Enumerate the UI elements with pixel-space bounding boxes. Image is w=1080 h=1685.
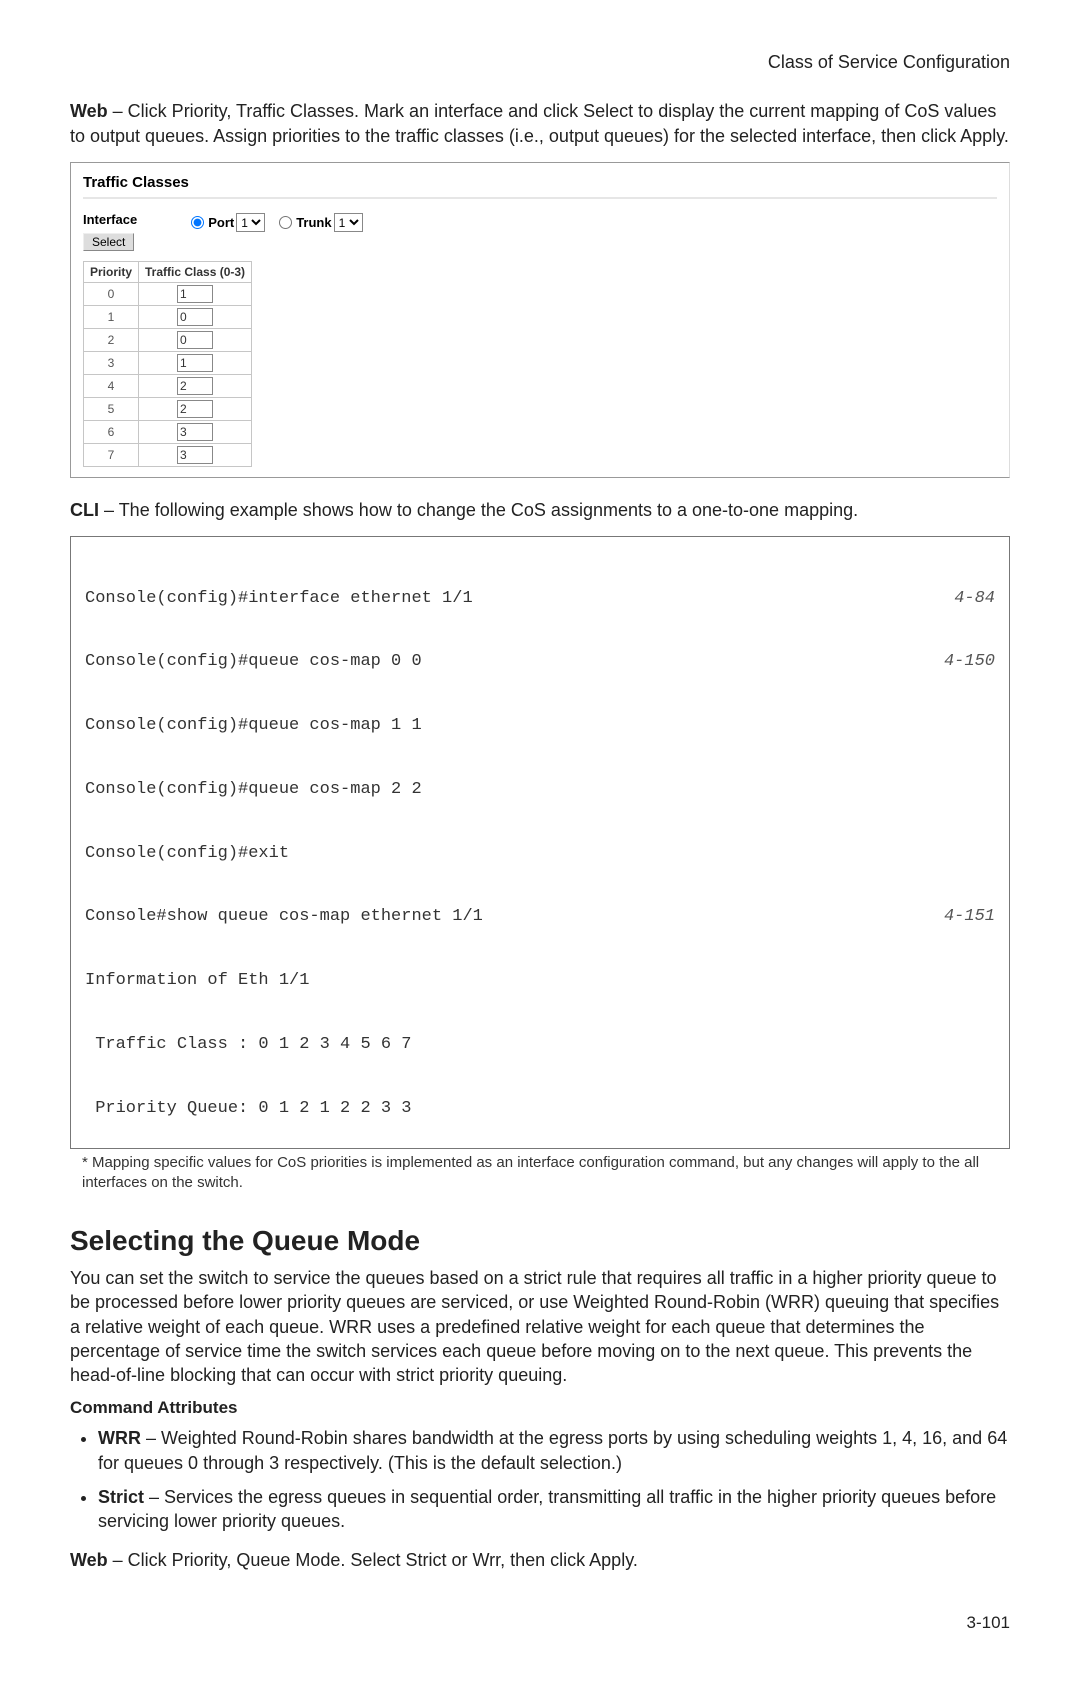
trunk-label: Trunk bbox=[296, 214, 331, 232]
class-input[interactable] bbox=[177, 285, 213, 303]
page-number: 3-101 bbox=[70, 1612, 1010, 1635]
cli-text: Console(config)#queue cos-map 1 1 bbox=[85, 715, 422, 736]
priority-header: Priority bbox=[84, 261, 139, 282]
port-radio[interactable] bbox=[191, 216, 204, 229]
cli-ref: 4-150 bbox=[944, 651, 995, 672]
traffic-classes-panel: Traffic Classes Interface Select Port 1 … bbox=[70, 162, 1010, 478]
section-heading: Selecting the Queue Mode bbox=[70, 1222, 1010, 1260]
cli-ref: 4-84 bbox=[954, 588, 995, 609]
traffic-class-table: Priority Traffic Class (0-3) 0 1 2 3 4 5… bbox=[83, 261, 252, 467]
cli-text: – The following example shows how to cha… bbox=[99, 500, 858, 520]
web-label: Web bbox=[70, 101, 108, 121]
class-input[interactable] bbox=[177, 446, 213, 464]
cli-text: Console#show queue cos-map ethernet 1/1 bbox=[85, 906, 483, 927]
class-input[interactable] bbox=[177, 331, 213, 349]
class-header: Traffic Class (0-3) bbox=[139, 261, 252, 282]
trunk-radio[interactable] bbox=[279, 216, 292, 229]
table-header-row: Priority Traffic Class (0-3) bbox=[84, 261, 252, 282]
list-item: WRR – Weighted Round-Robin shares bandwi… bbox=[98, 1426, 1010, 1475]
attr-label: Strict bbox=[98, 1487, 144, 1507]
table-row: 4 bbox=[84, 374, 252, 397]
divider bbox=[83, 197, 997, 199]
table-row: 1 bbox=[84, 305, 252, 328]
section-body: You can set the switch to service the qu… bbox=[70, 1266, 1010, 1387]
class-input[interactable] bbox=[177, 423, 213, 441]
table-row: 7 bbox=[84, 443, 252, 466]
priority-cell: 2 bbox=[84, 328, 139, 351]
attr-text: – Services the egress queues in sequenti… bbox=[98, 1487, 996, 1531]
intro-web-paragraph: Web – Click Priority, Traffic Classes. M… bbox=[70, 99, 1010, 148]
priority-cell: 1 bbox=[84, 305, 139, 328]
cli-ref: 4-151 bbox=[944, 906, 995, 927]
web-text: – Click Priority, Traffic Classes. Mark … bbox=[70, 101, 1009, 145]
intro-cli-paragraph: CLI – The following example shows how to… bbox=[70, 498, 1010, 522]
web2-label: Web bbox=[70, 1550, 108, 1570]
cli-text: Console(config)#queue cos-map 2 2 bbox=[85, 779, 422, 800]
attr-text: – Weighted Round-Robin shares bandwidth … bbox=[98, 1428, 1007, 1472]
table-row: 0 bbox=[84, 282, 252, 305]
table-row: 6 bbox=[84, 420, 252, 443]
web2-paragraph: Web – Click Priority, Queue Mode. Select… bbox=[70, 1548, 1010, 1572]
priority-cell: 5 bbox=[84, 397, 139, 420]
cli-text: Console(config)#interface ethernet 1/1 bbox=[85, 588, 473, 609]
priority-cell: 7 bbox=[84, 443, 139, 466]
cli-example-box: Console(config)#interface ethernet 1/1 4-… bbox=[70, 536, 1010, 1149]
list-item: Strict – Services the egress queues in s… bbox=[98, 1485, 1010, 1534]
web2-text: – Click Priority, Queue Mode. Select Str… bbox=[108, 1550, 638, 1570]
priority-cell: 0 bbox=[84, 282, 139, 305]
table-row: 2 bbox=[84, 328, 252, 351]
header-title: Class of Service Configuration bbox=[70, 50, 1010, 74]
priority-cell: 4 bbox=[84, 374, 139, 397]
table-row: 5 bbox=[84, 397, 252, 420]
class-input[interactable] bbox=[177, 400, 213, 418]
panel-title: Traffic Classes bbox=[83, 173, 997, 193]
cli-text: Console(config)#queue cos-map 0 0 bbox=[85, 651, 422, 672]
class-input[interactable] bbox=[177, 308, 213, 326]
class-input[interactable] bbox=[177, 354, 213, 372]
footnote: * Mapping specific values for CoS priori… bbox=[82, 1153, 1010, 1192]
cli-label: CLI bbox=[70, 500, 99, 520]
trunk-select[interactable]: 1 bbox=[334, 213, 363, 232]
select-button[interactable]: Select bbox=[83, 233, 134, 251]
command-attributes-heading: Command Attributes bbox=[70, 1397, 1010, 1420]
cli-text: Information of Eth 1/1 bbox=[85, 970, 309, 991]
attr-label: WRR bbox=[98, 1428, 141, 1448]
priority-cell: 3 bbox=[84, 351, 139, 374]
port-select[interactable]: 1 bbox=[236, 213, 265, 232]
port-label: Port bbox=[208, 214, 234, 232]
attribute-list: WRR – Weighted Round-Robin shares bandwi… bbox=[98, 1426, 1010, 1533]
priority-cell: 6 bbox=[84, 420, 139, 443]
interface-label: Interface bbox=[83, 211, 137, 229]
table-row: 3 bbox=[84, 351, 252, 374]
class-input[interactable] bbox=[177, 377, 213, 395]
cli-text: Console(config)#exit bbox=[85, 843, 289, 864]
cli-text: Traffic Class : 0 1 2 3 4 5 6 7 bbox=[85, 1034, 411, 1055]
cli-text: Priority Queue: 0 1 2 1 2 2 3 3 bbox=[85, 1098, 411, 1119]
